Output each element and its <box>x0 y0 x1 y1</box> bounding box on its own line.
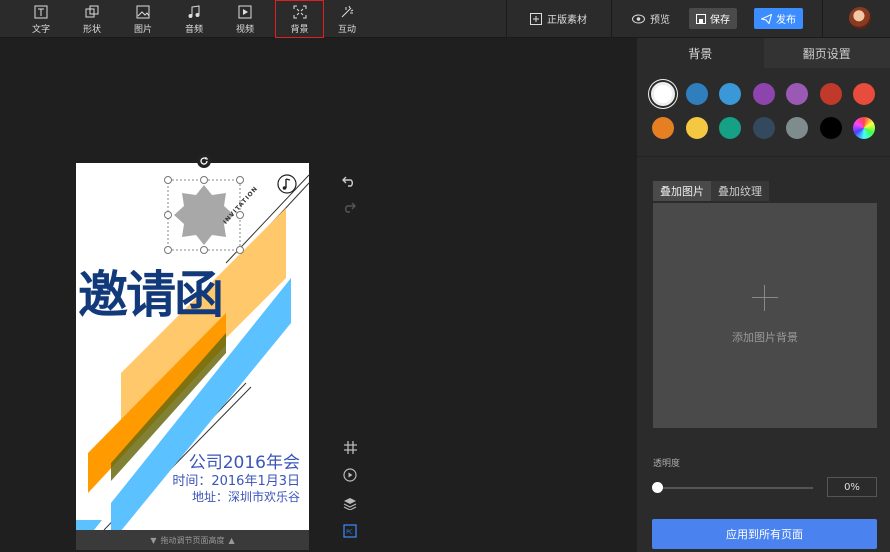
rotate-handle-icon[interactable] <box>197 154 211 168</box>
tool-video-label: 视频 <box>235 24 254 35</box>
tool-image[interactable]: 图片 <box>123 0 163 38</box>
invitation-page[interactable]: INVITATION 邀请函 公司2016年会 时间：2016年1月3日 地址：… <box>76 163 309 530</box>
add-background-label: 添加图片背景 <box>732 331 798 344</box>
apply-to-all-pages-button[interactable]: 应用到所有页面 <box>652 519 877 549</box>
color-swatch[interactable] <box>719 83 741 105</box>
eye-icon <box>632 14 645 24</box>
add-box-icon <box>530 12 542 25</box>
color-swatch[interactable] <box>685 117 708 139</box>
subtab-overlay-texture[interactable]: 叠加纹理 <box>711 181 769 201</box>
resize-handle[interactable] <box>164 176 172 184</box>
opacity-slider-thumb[interactable] <box>652 482 663 493</box>
color-swatch[interactable] <box>719 117 741 139</box>
image-icon <box>135 4 151 20</box>
tool-background[interactable]: 背景 <box>275 0 324 38</box>
tool-interact-label: 互动 <box>337 24 356 35</box>
tool-shape[interactable]: 形状 <box>72 0 112 38</box>
event-time: 时间：2016年1月3日 <box>172 474 300 489</box>
assets-label: 正版素材 <box>547 15 587 26</box>
tool-text[interactable]: 文字 <box>21 0 61 38</box>
svg-text:PC: PC <box>346 530 353 536</box>
subtab-overlay-image[interactable]: 叠加图片 <box>653 181 711 201</box>
assets-button[interactable]: 正版素材 <box>530 8 587 29</box>
tab-background[interactable]: 背景 <box>637 38 764 68</box>
tab-page-turn[interactable]: 翻页设置 <box>763 38 890 68</box>
toolbar-divider <box>506 0 507 38</box>
play-circle-icon[interactable] <box>342 467 358 483</box>
panel-divider <box>637 156 890 157</box>
preview-label: 预览 <box>650 15 670 26</box>
tool-video[interactable]: 视频 <box>225 0 265 38</box>
tool-audio[interactable]: 音频 <box>174 0 214 38</box>
music-toggle-icon[interactable] <box>277 174 297 194</box>
blue-corner <box>76 520 102 530</box>
tool-shape-label: 形状 <box>82 24 101 35</box>
interact-icon <box>339 4 355 20</box>
shape-icon <box>84 4 100 20</box>
text-icon <box>33 4 49 20</box>
color-swatch[interactable] <box>752 117 775 139</box>
preview-button[interactable]: 预览 <box>632 8 670 29</box>
resize-handle[interactable] <box>164 211 172 219</box>
overlay-subtabs: 叠加图片 叠加纹理 <box>653 181 769 201</box>
octagram-shape[interactable] <box>174 185 234 245</box>
color-swatch[interactable] <box>819 83 842 105</box>
color-swatch[interactable] <box>652 117 674 139</box>
pc-preview-icon[interactable]: PC <box>342 523 358 539</box>
triangle-up-icon: ▲ <box>228 535 235 545</box>
save-button[interactable]: 保存 <box>689 8 737 29</box>
video-icon <box>237 4 253 20</box>
resize-handle[interactable] <box>236 176 244 184</box>
redo-icon[interactable] <box>341 199 357 215</box>
color-swatch[interactable] <box>786 83 808 105</box>
page-height-label: 拖动调节页面高度 <box>160 535 225 545</box>
save-icon <box>696 13 706 24</box>
triangle-down-icon: ▼ <box>150 535 157 545</box>
top-toolbar: 文字 形状 图片 音频 视频 背景 互动 正版素材 预览 保存 发布 <box>0 0 890 38</box>
panel-tabs: 背景 翻页设置 <box>637 38 890 68</box>
color-swatch[interactable] <box>685 83 708 105</box>
resize-handle[interactable] <box>200 246 208 254</box>
tool-audio-label: 音频 <box>184 24 203 35</box>
plus-icon <box>752 285 778 311</box>
background-icon <box>292 4 308 20</box>
opacity-slider-track[interactable] <box>657 487 813 489</box>
tool-background-label: 背景 <box>290 24 309 35</box>
undo-icon[interactable] <box>341 173 357 189</box>
add-background-image-area[interactable]: 添加图片背景 <box>653 203 877 428</box>
save-label: 保存 <box>710 15 730 26</box>
color-swatch[interactable] <box>853 117 875 139</box>
tool-interact[interactable]: 互动 <box>327 0 367 38</box>
opacity-label: 透明度 <box>653 459 681 469</box>
toolbar-divider <box>611 0 612 38</box>
tool-image-label: 图片 <box>133 24 152 35</box>
tool-text-label: 文字 <box>31 24 50 35</box>
publish-label: 发布 <box>776 15 796 26</box>
resize-handle[interactable] <box>236 246 244 254</box>
color-swatch[interactable] <box>819 117 842 139</box>
toolbar-divider <box>822 0 823 38</box>
background-panel: 背景 翻页设置 叠加图片 叠加纹理 添加图片背景 透明度 0% 应用到所有页面 <box>637 38 890 552</box>
avatar[interactable] <box>849 7 871 29</box>
color-swatch[interactable] <box>786 117 808 139</box>
resize-handle[interactable] <box>200 176 208 184</box>
layers-icon[interactable] <box>342 495 358 511</box>
page-title: 邀请函 <box>78 266 224 324</box>
opacity-value-field[interactable]: 0% <box>827 477 877 497</box>
color-swatch[interactable] <box>651 82 675 106</box>
send-icon <box>761 13 772 24</box>
publish-button[interactable]: 发布 <box>754 8 803 29</box>
event-address: 地址：深圳市欢乐谷 <box>191 490 300 504</box>
music-icon <box>186 4 202 20</box>
color-swatch[interactable] <box>752 83 775 105</box>
resize-handle[interactable] <box>164 246 172 254</box>
grid-icon[interactable] <box>342 439 358 455</box>
page-height-handle[interactable]: ▼ 拖动调节页面高度 ▲ <box>76 530 309 550</box>
color-swatch[interactable] <box>853 83 875 105</box>
